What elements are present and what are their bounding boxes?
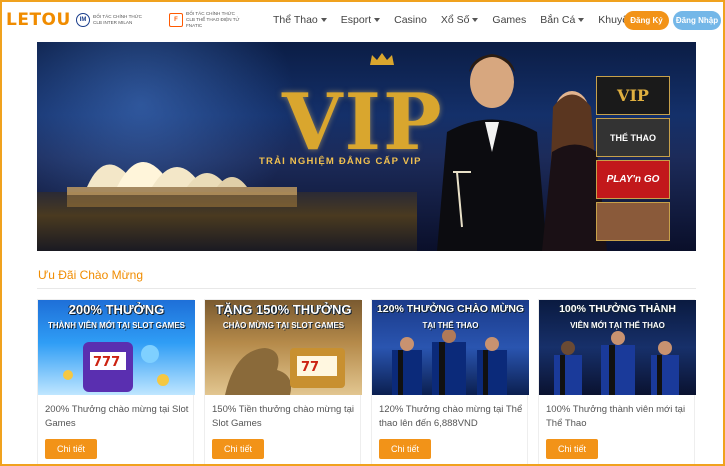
promo-card-description: 200% Thưởng chào mừng tại Slot Games [45, 404, 189, 429]
nav-item-esport[interactable]: Esport [334, 14, 387, 26]
promo-card-description: 150% Tiền thưởng chào mừng tại Slot Game… [212, 404, 355, 429]
section-title: Ưu Đãi Chào Mừng [38, 268, 143, 282]
nav-label: Esport [340, 14, 372, 26]
partner-fnatic-text: ĐỐI TÁC CHÍNH THỨC CLB THỂ THAO ĐIỆN TỬ … [186, 11, 254, 29]
promo-card-subline: VIÊN MỚI TẠI THỂ THAO [570, 321, 665, 330]
thumbnail-label: THỂ THAO [610, 132, 656, 143]
nav-label: Thể Thao [273, 14, 318, 26]
vip-banner[interactable]: VIP TRẢI NGHIỆM ĐẲNG CẤP VIP VIP THỂ THA… [37, 42, 696, 251]
thumbnail-vip[interactable]: VIP [596, 76, 670, 115]
nav-label: Xổ Số [440, 14, 470, 26]
nav-item-games[interactable]: Games [485, 14, 533, 26]
nav-label: Casino [394, 14, 427, 26]
partner-fnatic[interactable]: F ĐỐI TÁC CHÍNH THỨC CLB THỂ THAO ĐIỆN T… [169, 11, 254, 29]
promo-card-image[interactable]: TẶNG 150% THƯỞNG CHÀO MỪNG TẠI SLOT GAME… [205, 300, 362, 395]
opera-house-illustration [67, 162, 297, 207]
caret-down-icon [472, 18, 479, 22]
caret-down-icon [578, 18, 585, 22]
slot-machine-illustration: 777 [63, 342, 169, 392]
thumbnail-casino[interactable] [596, 202, 670, 241]
thumbnail-label: PLAY'n GO [606, 174, 660, 185]
promo-card: 100% THƯỞNG THÀNH VIÊN MỚI TẠI THỂ THAO … [538, 299, 696, 464]
page-frame: LETOU IM ĐỐI TÁC CHÍNH THỨC CLB INTER MI… [0, 0, 725, 466]
nav-label: Games [492, 14, 527, 26]
partner-inter-line2: CLB INTER MILAN [93, 20, 133, 25]
letou-logo[interactable]: LETOU [6, 10, 76, 30]
banner-subtitle: TRẢI NGHIỆM ĐẲNG CẤP VIP [259, 156, 422, 167]
partner-inter-text: ĐỐI TÁC CHÍNH THỨC CLB INTER MILAN [93, 14, 161, 26]
banner-models-illustration [437, 54, 607, 251]
football-players-illustration [392, 330, 507, 395]
promo-card: 200% THƯỞNG THÀNH VIÊN MỚI TẠI SLOT GAME… [37, 299, 195, 464]
promo-card-subline: THÀNH VIÊN MỚI TẠI SLOT GAMES [47, 321, 186, 330]
promo-card-subline: TẠI THỂ THAO [422, 321, 479, 330]
promo-card-headline: 120% THƯỞNG CHÀO MỪNG [376, 303, 525, 315]
promo-card: TẶNG 150% THƯỞNG CHÀO MỪNG TẠI SLOT GAME… [204, 299, 362, 464]
promo-card-image[interactable]: 100% THƯỞNG THÀNH VIÊN MỚI TẠI THỂ THAO [539, 300, 696, 395]
promo-card: 120% THƯỞNG CHÀO MỪNG TẠI THỂ THAO 120% … [371, 299, 529, 464]
football-players-illustration [554, 331, 679, 395]
section-divider [37, 288, 696, 289]
promo-card-headline: 100% THƯỞNG THÀNH [559, 303, 676, 315]
banner-thumbnails: VIP THỂ THAO PLAY'n GO [596, 76, 670, 241]
nav-item-the-thao[interactable]: Thể Thao [266, 14, 334, 26]
site-header: LETOU IM ĐỐI TÁC CHÍNH THỨC CLB INTER MI… [2, 2, 723, 38]
promo-card-description: 100% Thưởng thành viên mới tại Thể Thao [546, 404, 686, 429]
thumbnail-playngo[interactable]: PLAY'n GO [596, 160, 670, 199]
details-button[interactable]: Chi tiết [212, 439, 264, 459]
partner-fnatic-line2: CLB THỂ THAO ĐIỆN TỬ FNATIC [186, 17, 240, 28]
details-button[interactable]: Chi tiết [45, 439, 97, 459]
caret-down-icon [374, 18, 381, 22]
dinosaur-slot-illustration: 77 [225, 348, 345, 395]
details-button[interactable]: Chi tiết [379, 439, 431, 459]
thumbnail-label: VIP [617, 86, 649, 105]
details-button[interactable]: Chi tiết [546, 439, 598, 459]
promo-card-headline: TẶNG 150% THƯỞNG [215, 302, 352, 317]
fnatic-badge-icon: F [169, 13, 183, 27]
nav-item-xo-so[interactable]: Xổ Số [434, 14, 486, 26]
promo-card-description: 120% Thưởng chào mừng tại Thể thao lên đ… [379, 404, 523, 429]
register-button[interactable]: Đăng Ký [624, 11, 669, 30]
svg-text:777: 777 [93, 355, 120, 370]
partner-inter-milan[interactable]: IM ĐỐI TÁC CHÍNH THỨC CLB INTER MILAN [76, 13, 161, 27]
promo-card-image[interactable]: 200% THƯỞNG THÀNH VIÊN MỚI TẠI SLOT GAME… [38, 300, 195, 395]
nav-label: Bắn Cá [540, 14, 576, 26]
nav-item-ban-ca[interactable]: Bắn Cá [533, 14, 591, 26]
promo-card-subline: CHÀO MỪNG TẠI SLOT GAMES [222, 321, 345, 330]
promo-card-image[interactable]: 120% THƯỞNG CHÀO MỪNG TẠI THỂ THAO [372, 300, 529, 395]
main-nav: Thể Thao Esport Casino Xổ Số Games Bắn C… [266, 14, 670, 26]
promo-cards: 200% THƯỞNG THÀNH VIÊN MỚI TẠI SLOT GAME… [37, 299, 696, 464]
crown-icon [370, 53, 394, 65]
login-button[interactable]: Đăng Nhập [673, 11, 721, 30]
nav-item-casino[interactable]: Casino [387, 14, 434, 26]
svg-text:77: 77 [301, 360, 319, 375]
thumbnail-sport[interactable]: THỂ THAO [596, 118, 670, 157]
inter-milan-badge-icon: IM [76, 13, 90, 27]
caret-down-icon [320, 18, 327, 22]
promo-card-headline: 200% THƯỞNG [68, 302, 165, 317]
